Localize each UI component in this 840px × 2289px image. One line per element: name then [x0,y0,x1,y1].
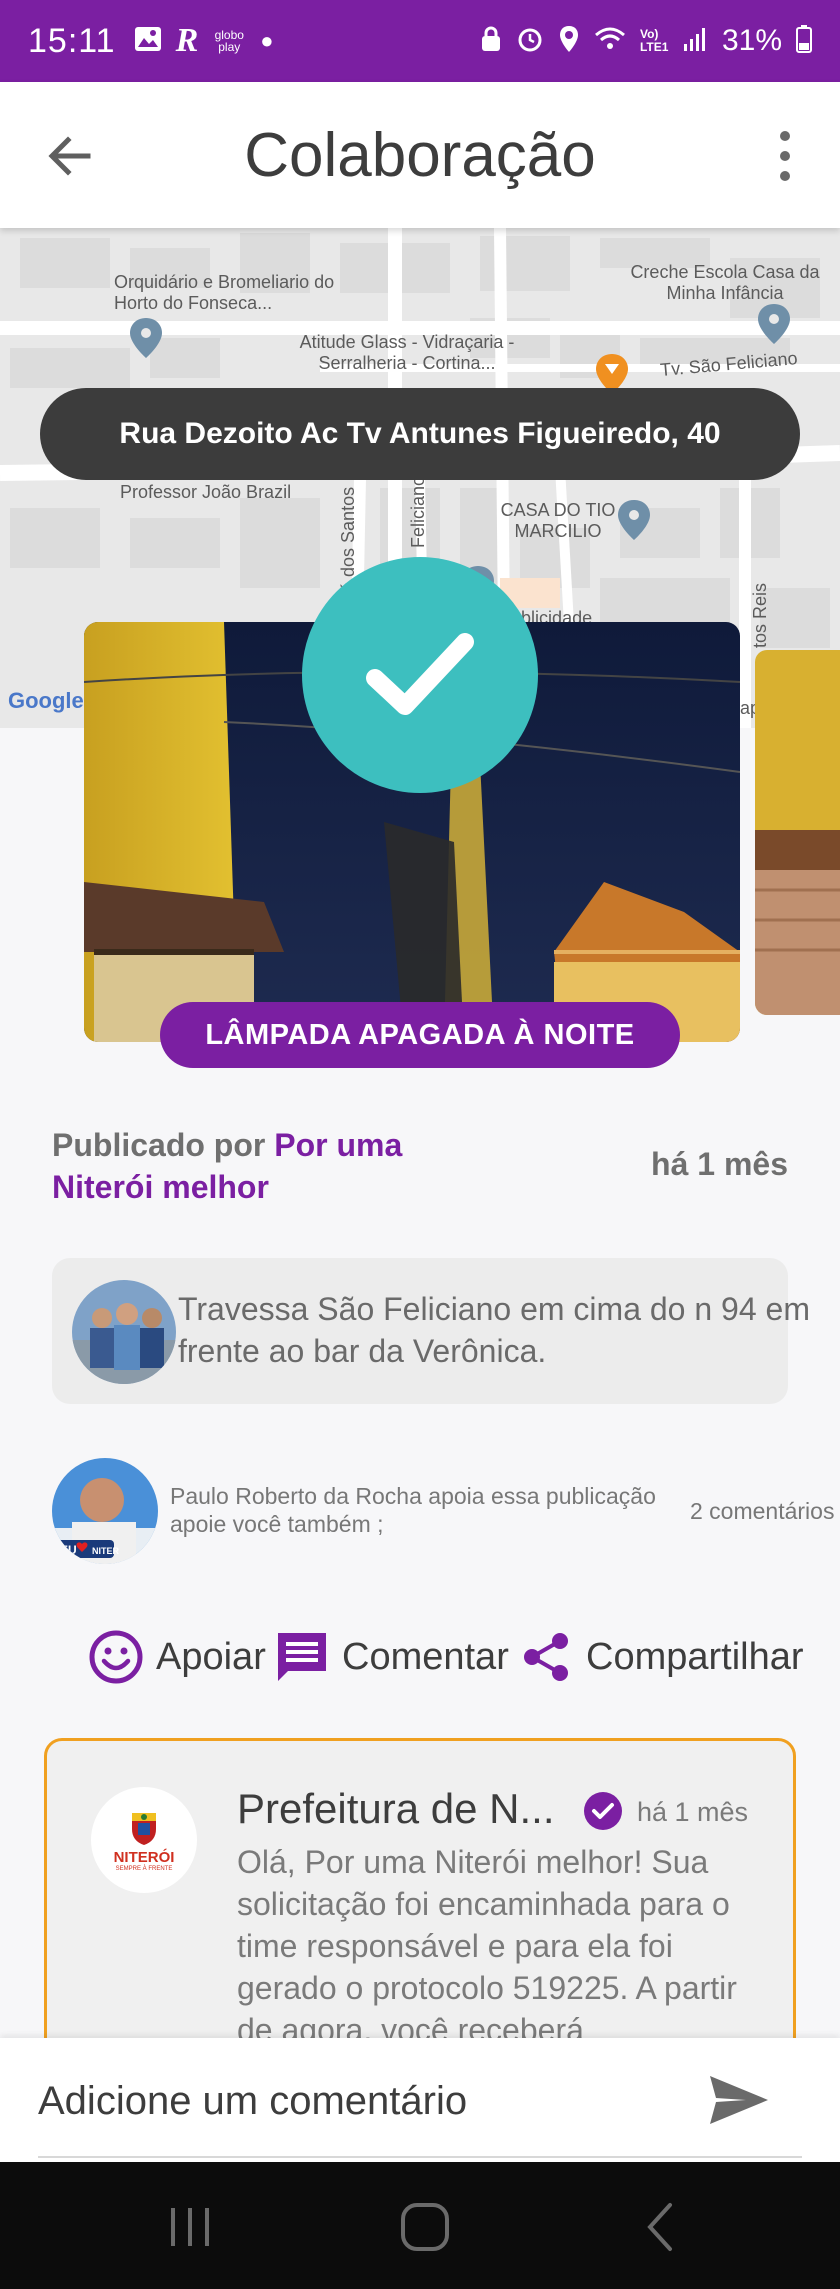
reply-time: há 1 mês [637,1797,749,1827]
comment-input[interactable] [38,2066,678,2136]
map-label-professor: Professor João Brazil [120,482,292,502]
supporter-avatar[interactable]: EU NITER [52,1458,158,1564]
support-button[interactable]: Apoiar [86,1622,266,1692]
alarm-icon [516,25,544,58]
svg-text:NITER: NITER [92,1546,120,1556]
more-vert-icon[interactable] [770,128,800,184]
dot-icon: ● [260,28,274,53]
map-label-orquidario: Orquidário e Bromeliario do Horto do Fon… [114,272,335,313]
share-label: Compartilhar [586,1635,804,1678]
reply-org-name: Prefeitura de N... [237,1785,555,1832]
resolved-check-icon [302,557,538,793]
lock-icon [480,26,502,57]
globoplay-icon: globo play [214,28,244,54]
support-label: Apoiar [156,1635,266,1678]
map-label-creche: Creche Escola Casa da Minha Infância [630,262,820,303]
recent-apps-icon[interactable] [155,2192,225,2262]
category-badge: LÂMPADA APAGADA À NOITE [160,1002,680,1068]
smile-icon [86,1627,146,1687]
author-avatar[interactable] [72,1280,176,1384]
comment-icon [272,1627,332,1687]
map-label-tos-reis: tos Reis [750,582,770,648]
address-pill: Rua Dezoito Ac Tv Antunes Figueiredo, 40 [40,388,800,480]
battery-icon [796,24,812,58]
published-time: há 1 mês [651,1146,788,1182]
comment-bar [0,2038,840,2162]
system-nav-bar [0,2162,840,2289]
published-by: Publicado por Por uma Niterói melhor [52,1124,452,1208]
description-card: Travessa São Feliciano em cima do n 94 e… [52,1258,810,1404]
share-icon [516,1627,576,1687]
svg-text:EU: EU [60,1543,77,1557]
verified-check-icon [583,1791,623,1831]
status-time: 15:11 [28,21,116,60]
send-icon[interactable] [708,2072,770,2128]
battery-percent: 31% [721,24,782,57]
image-icon [134,26,162,57]
share-button[interactable]: Compartilhar [516,1622,804,1692]
comment-divider [38,2156,802,2158]
screen: 15:11 R globo play ● Vo) LTE1 31% Colabo… [0,0,840,2289]
logo-text: NITERÓI [113,1848,175,1866]
location-icon [558,25,580,58]
supporters-text: Paulo Roberto da Rocha apoia essa public… [170,1483,656,1537]
published-by-label: Publicado por [52,1127,266,1163]
comment-button[interactable]: Comentar [272,1622,509,1692]
comments-count[interactable]: 2 comentários [690,1498,834,1525]
google-logo: Google [8,688,84,713]
signal-icon [682,26,708,57]
niteroi-logo: NITERÓI SEMPRE À FRENTE [91,1787,197,1893]
back-nav-icon[interactable] [625,2192,695,2262]
coat-of-arms-icon [132,1812,156,1845]
r-app-icon: R [175,22,199,59]
map-label-atitude: Atitude Glass - Vidraçaria - Serralheria… [299,332,515,373]
comment-label: Comentar [342,1635,509,1678]
logo-subtext: SEMPRE À FRENTE [115,1865,173,1872]
status-bar: 15:11 R globo play ● Vo) LTE1 31% [0,0,840,82]
wifi-icon [594,26,626,57]
action-row: Apoiar Comentar Compartilhar [0,1622,840,1692]
status-left-icons: R globo play ● [134,24,274,58]
app-bar: Colaboração [0,82,840,228]
status-right-icons: Vo) LTE1 31% [480,24,812,58]
map-label-feliciano: Feliciano [408,475,428,548]
official-reply-card: NITERÓI SEMPRE À FRENTE Prefeitura de N.… [44,1738,796,2068]
map-label-casa-do-tio: CASA DO TIO MARCILIO [500,500,616,541]
description-text: Travessa São Feliciano em cima do n 94 e… [178,1291,810,1369]
report-photo-next[interactable] [755,650,840,1015]
home-icon[interactable] [390,2192,460,2262]
reply-text: Olá, Por uma Niterói melhor! Sua solicit… [237,1844,737,2048]
page-title: Colaboração [244,121,596,190]
volte-label: Vo) LTE1 [639,27,669,54]
